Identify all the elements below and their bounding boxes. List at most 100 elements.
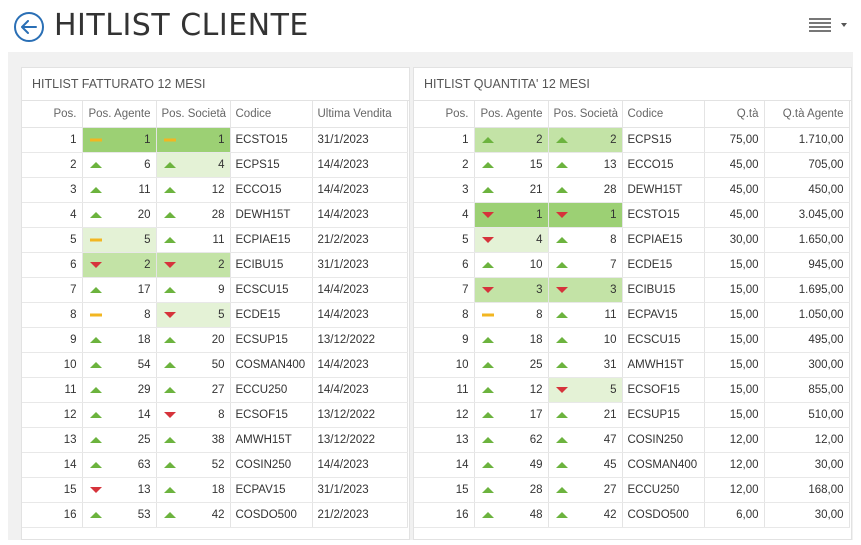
table-row[interactable]: 16 53 42 COSDO500 21/2/2023	[22, 502, 408, 528]
position-cell: 10	[22, 352, 83, 378]
table-row[interactable]: 6 10 7 ECDE15 15,00 945,00	[414, 252, 850, 278]
agent-quantity-cell: 1.695,00	[764, 277, 850, 303]
agent-quantity-cell: 30,00	[764, 502, 850, 528]
table-row[interactable]: 5 4 8 ECPIAE15 30,00 1.650,00	[414, 227, 850, 253]
table-row[interactable]: 10 25 31 AMWH15T 15,00 300,00	[414, 352, 850, 378]
table-row[interactable]: 14 49 45 COSMAN400 12,00 30,00	[414, 452, 850, 478]
agent-position-cell-value: 3	[536, 283, 543, 296]
position-cell: 3	[414, 177, 475, 203]
table-row[interactable]: 1 1 1 ECSTO15 31/1/2023	[22, 127, 408, 153]
agent-position-cell-value: 17	[529, 408, 543, 421]
table-row[interactable]: 7 3 3 ECIBU15 15,00 1.695,00	[414, 277, 850, 303]
table-row[interactable]: 13 25 38 AMWH15T 13/12/2022	[22, 427, 408, 453]
column-header[interactable]: Codice	[622, 101, 705, 128]
position-cell: 2	[414, 152, 475, 178]
trend-up-icon	[163, 386, 176, 393]
agent-position-cell-value: 25	[137, 433, 151, 446]
table-row[interactable]: 16 48 42 COSDO500 6,00 30,00	[414, 502, 850, 528]
hitlist-revenue-table: Pos. Pos. Agente Pos. Società Codice Ult…	[22, 101, 408, 528]
company-position-cell: 11	[548, 302, 623, 328]
table-row[interactable]: 8 8 11 ECPAV15 15,00 1.050,00	[414, 302, 850, 328]
table-row[interactable]: 9 18 20 ECSUP15 13/12/2022	[22, 327, 408, 353]
table-row[interactable]: 4 1 1 ECSTO15 45,00 3.045,00	[414, 202, 850, 228]
agent-position-cell: 10	[474, 252, 549, 278]
trend-up-icon	[163, 436, 176, 443]
table-row[interactable]: 7 17 9 ECSCU15 14/4/2023	[22, 277, 408, 303]
product-code-cell: ECSUP15	[230, 327, 313, 353]
column-header[interactable]: Pos. Società	[548, 101, 623, 128]
company-position-cell: 21	[548, 402, 623, 428]
agent-position-cell: 18	[82, 327, 157, 353]
column-header[interactable]: Q.tà Agente	[764, 101, 850, 128]
product-code-cell: AMWH15T	[230, 427, 313, 453]
product-code-cell: ECSOF15	[622, 377, 705, 403]
company-position-cell-value: 1	[610, 208, 617, 221]
table-row[interactable]: 13 62 47 COSIN250 12,00 12,00	[414, 427, 850, 453]
column-header[interactable]: Pos. Agente	[474, 101, 549, 128]
table-row[interactable]: 2 6 4 ECPS15 14/4/2023	[22, 152, 408, 178]
trend-up-icon	[163, 336, 176, 343]
agent-quantity-cell: 1.050,00	[764, 302, 850, 328]
table-row[interactable]: 15 13 18 ECPAV15 31/1/2023	[22, 477, 408, 503]
table-row[interactable]: 12 17 21 ECSUP15 15,00 510,00	[414, 402, 850, 428]
position-cell: 11	[414, 377, 475, 403]
column-header[interactable]: Ultima Vendita	[312, 101, 408, 128]
trend-up-icon	[163, 361, 176, 368]
column-header[interactable]: Q.tà	[704, 101, 765, 128]
agent-position-cell-value: 1	[536, 208, 543, 221]
last-sale-date-cell: 31/1/2023	[312, 127, 408, 153]
company-position-cell: 28	[156, 202, 231, 228]
table-row[interactable]: 3 21 28 DEWH15T 45,00 450,00	[414, 177, 850, 203]
table-row[interactable]: 3 11 12 ECCO15 14/4/2023	[22, 177, 408, 203]
position-cell: 8	[22, 302, 83, 328]
agent-quantity-cell: 450,00	[764, 177, 850, 203]
agent-position-cell: 28	[474, 477, 549, 503]
agent-position-cell: 11	[82, 177, 157, 203]
agent-position-cell-value: 5	[144, 233, 151, 246]
column-header[interactable]: Pos. Società	[156, 101, 231, 128]
table-row[interactable]: 9 18 10 ECSCU15 15,00 495,00	[414, 327, 850, 353]
back-button[interactable]	[14, 12, 44, 42]
position-cell: 7	[22, 277, 83, 303]
trend-up-icon	[481, 461, 494, 468]
position-cell: 6	[414, 252, 475, 278]
table-row[interactable]: 5 5 11 ECPIAE15 21/2/2023	[22, 227, 408, 253]
company-position-cell-value: 21	[603, 408, 617, 421]
product-code-cell: ECPS15	[622, 127, 705, 153]
column-header[interactable]: Pos.	[414, 101, 475, 128]
table-row[interactable]: 12 14 8 ECSOF15 13/12/2022	[22, 402, 408, 428]
product-code-cell: ECCO15	[622, 152, 705, 178]
table-row[interactable]: 11 29 27 ECCU250 14/4/2023	[22, 377, 408, 403]
trend-up-icon	[481, 161, 494, 168]
table-row[interactable]: 1 2 2 ECPS15 75,00 1.710,00	[414, 127, 850, 153]
table-row[interactable]: 6 2 2 ECIBU15 31/1/2023	[22, 252, 408, 278]
table-row[interactable]: 8 8 5 ECDE15 14/4/2023	[22, 302, 408, 328]
table-row[interactable]: 2 15 13 ECCO15 45,00 705,00	[414, 152, 850, 178]
table-row[interactable]: 11 12 5 ECSOF15 15,00 855,00	[414, 377, 850, 403]
table-row[interactable]: 14 63 52 COSIN250 14/4/2023	[22, 452, 408, 478]
agent-quantity-cell: 3.045,00	[764, 202, 850, 228]
trend-down-icon	[481, 286, 494, 293]
trend-up-icon	[481, 511, 494, 518]
column-header[interactable]: Pos.	[22, 101, 83, 128]
trend-up-icon	[481, 186, 494, 193]
table-row[interactable]: 4 20 28 DEWH15T 14/4/2023	[22, 202, 408, 228]
table-row[interactable]: 10 54 50 COSMAN400 14/4/2023	[22, 352, 408, 378]
column-header[interactable]: Codice	[230, 101, 313, 128]
agent-position-cell: 1	[474, 202, 549, 228]
product-code-cell: ECSUP15	[622, 402, 705, 428]
company-position-cell: 45	[548, 452, 623, 478]
trend-down-icon	[481, 211, 494, 218]
table-row[interactable]: 15 28 27 ECCU250 12,00 168,00	[414, 477, 850, 503]
panel-title: HITLIST QUANTITA' 12 MESI	[414, 68, 851, 101]
last-sale-date-cell: 21/2/2023	[312, 227, 408, 253]
agent-position-cell: 2	[82, 252, 157, 278]
hitlist-revenue-panel: HITLIST FATTURATO 12 MESI Pos. Pos. Agen…	[21, 67, 410, 540]
quantity-cell: 12,00	[704, 427, 765, 453]
last-sale-date-cell: 14/4/2023	[312, 202, 408, 228]
position-cell: 5	[414, 227, 475, 253]
agent-quantity-cell: 30,00	[764, 452, 850, 478]
column-header[interactable]: Pos. Agente	[82, 101, 157, 128]
menu-button[interactable]	[809, 18, 847, 32]
agent-position-cell-value: 6	[144, 158, 151, 171]
